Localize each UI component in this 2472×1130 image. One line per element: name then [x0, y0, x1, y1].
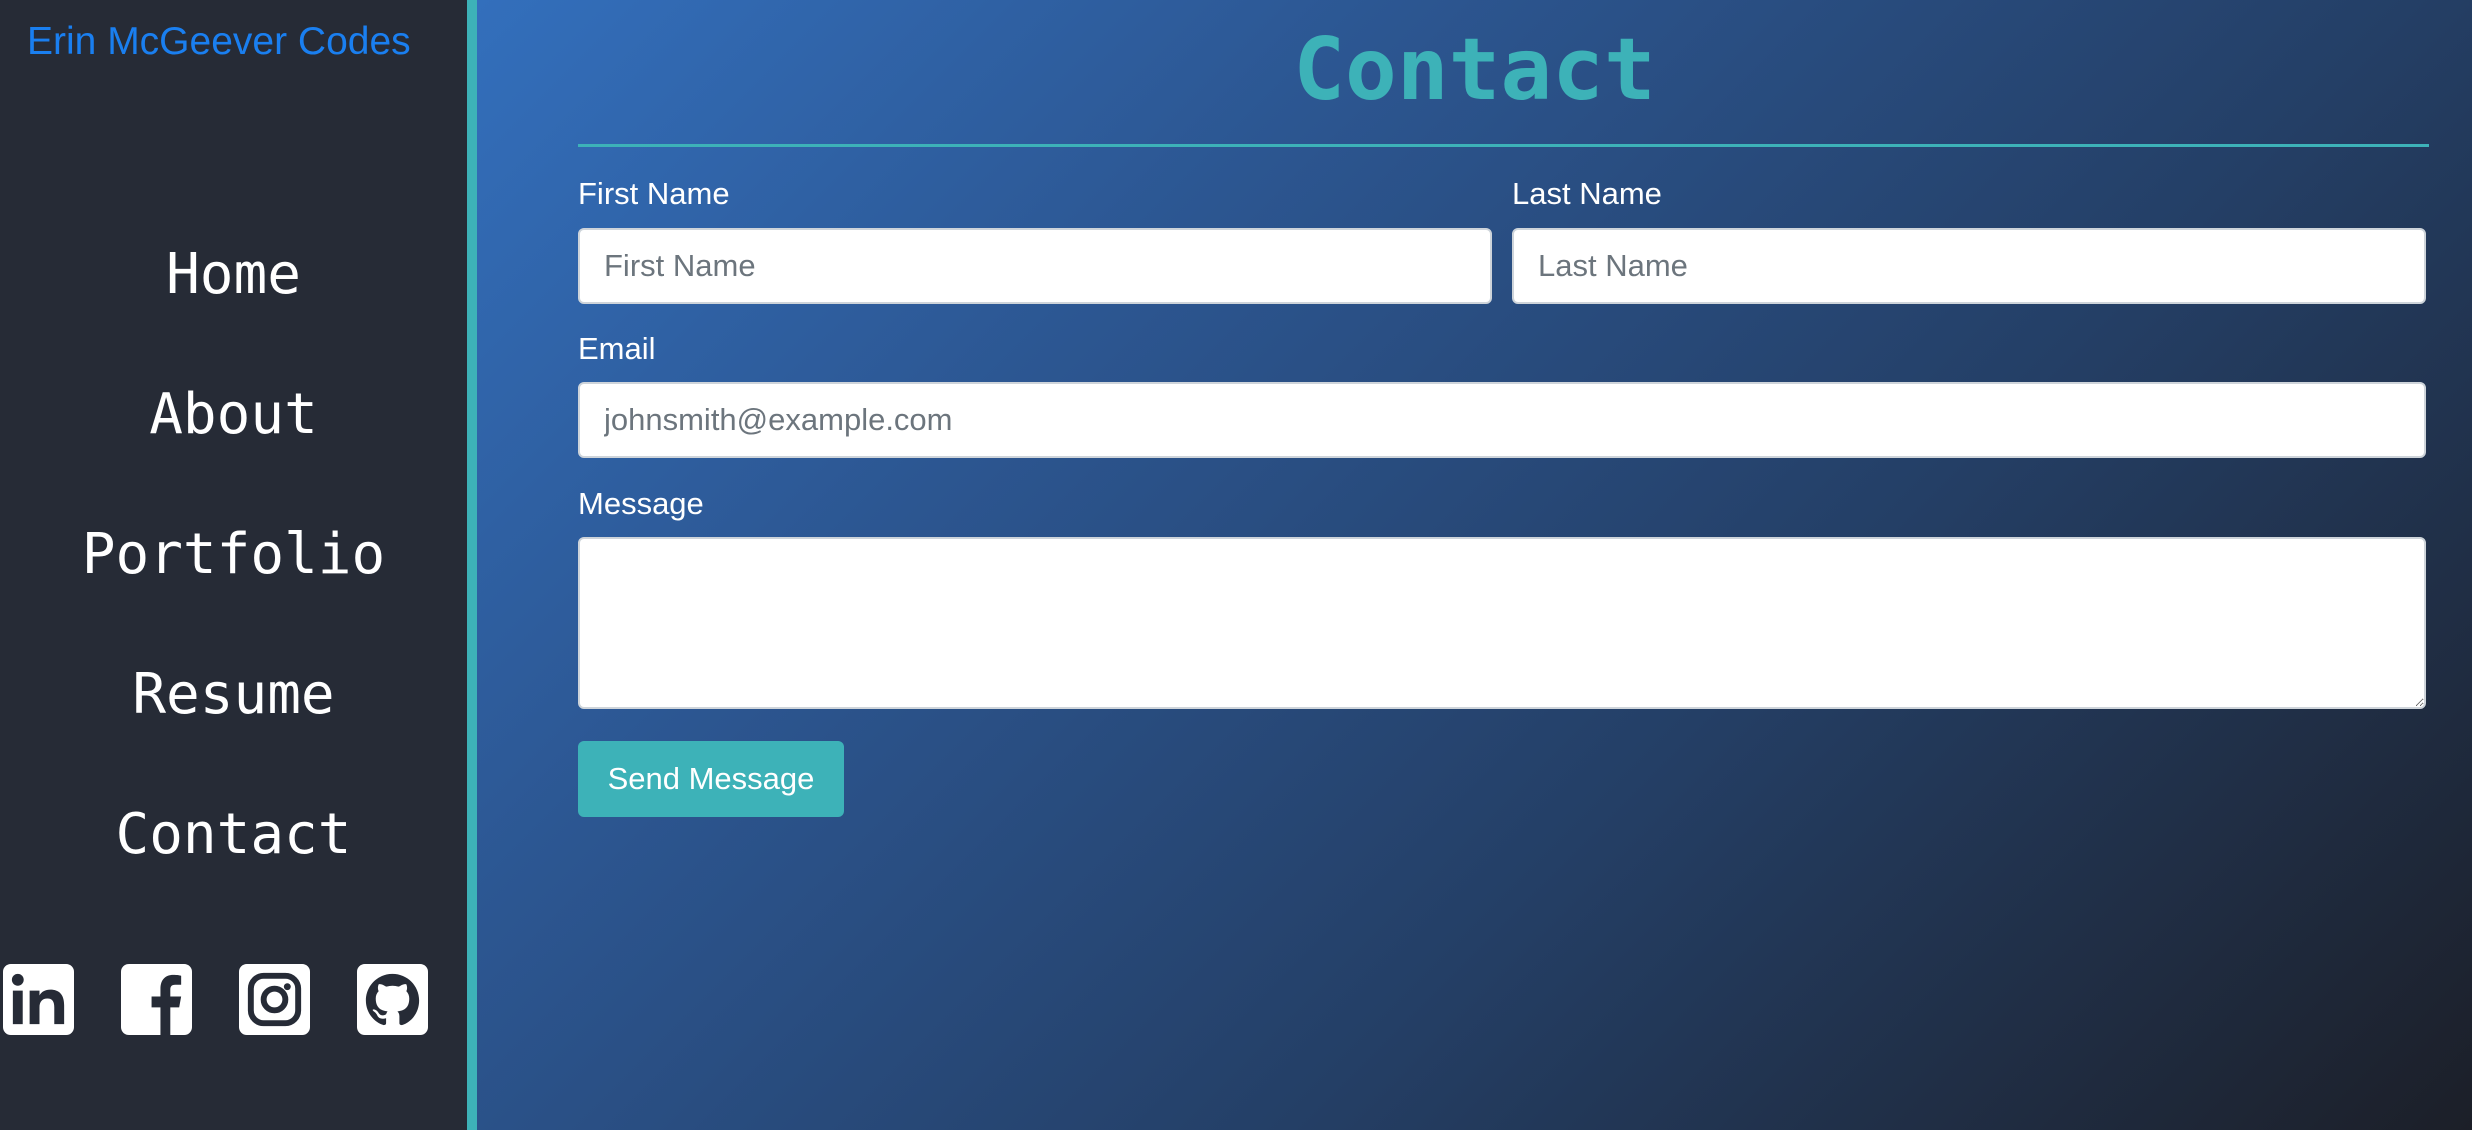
email-label: Email: [578, 331, 656, 366]
brand-link[interactable]: Erin McGeever Codes: [27, 20, 411, 64]
linkedin-icon[interactable]: [3, 964, 74, 1035]
github-icon[interactable]: [357, 964, 428, 1035]
social-links: [3, 964, 428, 1035]
message-textarea[interactable]: [578, 537, 2426, 709]
title-divider: [578, 144, 2429, 147]
page: Erin McGeever Codes Home About Portfolio…: [0, 0, 2472, 1130]
sidebar-accent-border: [467, 0, 477, 1130]
facebook-icon[interactable]: [121, 964, 192, 1035]
nav-item-home[interactable]: Home: [166, 230, 301, 370]
email-input[interactable]: [578, 382, 2426, 458]
main-content: Contact First Name Last Name Email Messa…: [477, 0, 2472, 1130]
nav-item-contact[interactable]: Contact: [115, 790, 351, 930]
instagram-icon[interactable]: [239, 964, 310, 1035]
nav-item-portfolio[interactable]: Portfolio: [82, 510, 385, 650]
first-name-input[interactable]: [578, 228, 1492, 304]
sidebar-nav: Home About Portfolio Resume Contact: [0, 230, 467, 930]
first-name-label: First Name: [578, 176, 730, 211]
nav-item-about[interactable]: About: [149, 370, 318, 510]
last-name-input[interactable]: [1512, 228, 2426, 304]
sidebar: Erin McGeever Codes Home About Portfolio…: [0, 0, 467, 1130]
message-label: Message: [578, 486, 704, 521]
send-message-button[interactable]: Send Message: [578, 741, 844, 817]
last-name-label: Last Name: [1512, 176, 1662, 211]
nav-item-resume[interactable]: Resume: [132, 650, 334, 790]
page-title: Contact: [1293, 20, 1656, 120]
